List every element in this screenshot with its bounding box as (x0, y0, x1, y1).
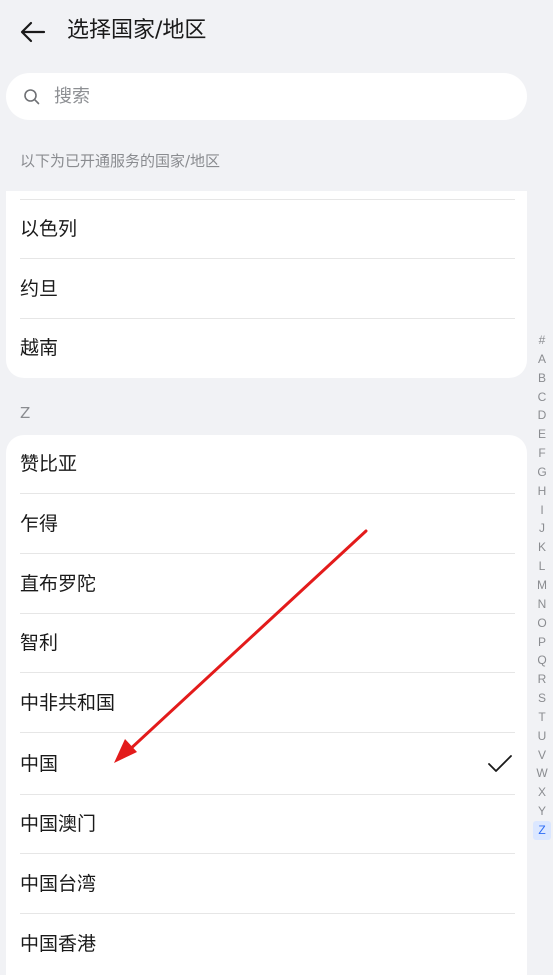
country-row-taiwan[interactable]: 中国台湾 (6, 854, 527, 914)
index-letter-c[interactable]: C (533, 388, 551, 407)
index-letter-h[interactable]: H (533, 482, 551, 501)
country-label: 中国香港 (20, 933, 97, 955)
country-row-chile[interactable]: 智利 (6, 614, 527, 673)
index-letter-hash[interactable]: # (533, 331, 551, 350)
back-arrow-icon[interactable] (18, 17, 48, 47)
country-row-chad[interactable]: 乍得 (6, 494, 527, 554)
country-row-china-selected[interactable]: 中国 (6, 733, 527, 795)
index-letter-w[interactable]: W (533, 764, 551, 783)
country-row-macau[interactable]: 中国澳门 (6, 795, 527, 854)
index-letter-l[interactable]: L (533, 557, 551, 576)
index-letter-f[interactable]: F (533, 444, 551, 463)
index-letter-t[interactable]: T (533, 708, 551, 727)
index-letter-k[interactable]: K (533, 538, 551, 557)
page-title: 选择国家/地区 (67, 18, 207, 43)
search-icon (24, 89, 40, 105)
country-label: 中国澳门 (20, 813, 97, 835)
index-letter-r[interactable]: R (533, 670, 551, 689)
index-letter-q[interactable]: Q (533, 651, 551, 670)
country-label: 智利 (20, 632, 59, 654)
country-label: 中非共和国 (20, 692, 116, 714)
country-row-gibraltar[interactable]: 直布罗陀 (6, 554, 527, 614)
index-letter-e[interactable]: E (533, 425, 551, 444)
index-letter-p[interactable]: P (533, 633, 551, 652)
country-row-hong-kong[interactable]: 中国香港 (6, 914, 527, 975)
country-label: 中国 (20, 753, 59, 775)
country-label: 约旦 (20, 278, 59, 300)
index-letter-y[interactable]: Y (533, 802, 551, 821)
country-label: 乍得 (20, 513, 59, 535)
country-row-zambia[interactable]: 赞比亚 (6, 435, 527, 494)
section-header-z: Z (20, 404, 31, 422)
index-letter-b[interactable]: B (533, 369, 551, 388)
country-row-central-african-republic[interactable]: 中非共和国 (6, 673, 527, 733)
index-letter-a[interactable]: A (533, 350, 551, 369)
country-label: 直布罗陀 (20, 573, 97, 595)
index-letter-u[interactable]: U (533, 727, 551, 746)
index-letter-n[interactable]: N (533, 595, 551, 614)
index-letter-d[interactable]: D (533, 406, 551, 425)
index-letter-z[interactable]: Z (533, 820, 551, 840)
country-label: 赞比亚 (20, 453, 78, 475)
index-letter-m[interactable]: M (533, 576, 551, 595)
index-letter-v[interactable]: V (533, 746, 551, 765)
country-row-jordan[interactable]: 约旦 (6, 259, 527, 319)
country-label: 越南 (20, 337, 59, 359)
country-label: 以色列 (20, 218, 78, 240)
selected-check-icon (488, 755, 512, 772)
index-letter-g[interactable]: G (533, 463, 551, 482)
search-input[interactable]: 搜索 (6, 73, 527, 120)
country-row-vietnam[interactable]: 越南 (6, 319, 527, 378)
index-letter-s[interactable]: S (533, 689, 551, 708)
country-label: 中国台湾 (20, 873, 97, 895)
opened-countries-caption: 以下为已开通服务的国家/地区 (20, 152, 221, 170)
alphabet-index-bar[interactable]: # A B C D E F G H I J K L M N O P Q R S T U V W X Y Z (533, 331, 551, 840)
index-letter-i[interactable]: I (533, 501, 551, 520)
countries-card-z: 赞比亚 乍得 直布罗陀 智利 中非共和国 中国 中国澳门 中国台湾 中国香港 (6, 435, 527, 975)
index-letter-j[interactable]: J (533, 519, 551, 538)
country-row-israel[interactable]: 以色列 (6, 199, 527, 259)
countries-card-top: 以色列 约旦 越南 (6, 191, 527, 378)
header-bar: 选择国家/地区 (0, 0, 553, 62)
search-placeholder: 搜索 (54, 86, 90, 107)
index-letter-x[interactable]: X (533, 783, 551, 802)
index-letter-o[interactable]: O (533, 614, 551, 633)
